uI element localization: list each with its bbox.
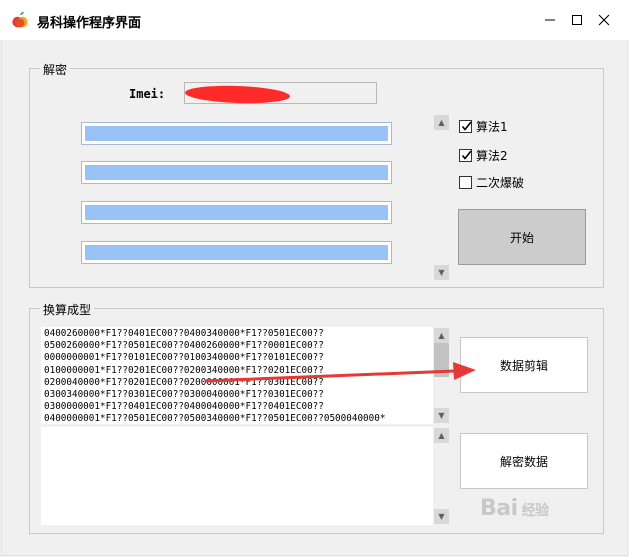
annotation-arrow — [204, 362, 476, 383]
watermark-text: Bai — [480, 496, 518, 521]
watermark-suffix: 经验 — [521, 503, 550, 519]
watermark: Bai 经验 — [480, 496, 549, 521]
